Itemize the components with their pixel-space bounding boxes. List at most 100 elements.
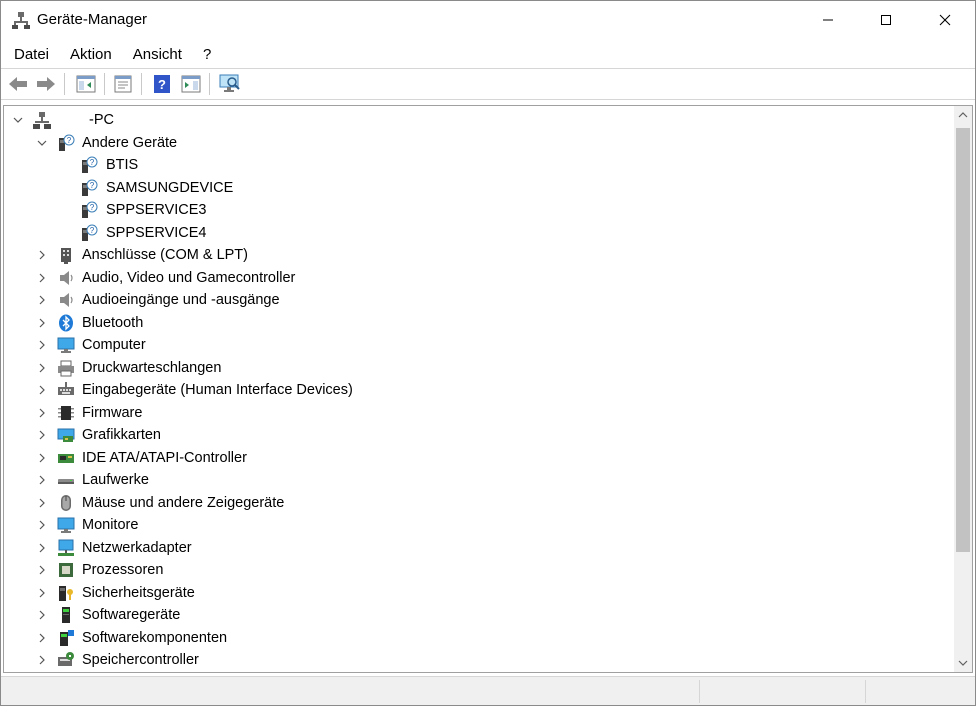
menu-help[interactable]: ? [190, 43, 211, 67]
scan-hardware-button[interactable] [219, 73, 241, 95]
tree-category[interactable]: Sicherheitsgeräte [4, 582, 950, 604]
tree-expander[interactable] [36, 249, 48, 261]
tree-expander[interactable] [36, 587, 48, 599]
help-button[interactable]: ? [151, 73, 173, 95]
scroll-down-button[interactable] [954, 654, 972, 672]
tree-item-label: Anschlüsse (COM & LPT) [82, 247, 248, 263]
tree-device[interactable]: ? SPPSERVICE3 [4, 199, 950, 221]
tree-category[interactable]: Monitore [4, 514, 950, 536]
tree-expander[interactable] [36, 384, 48, 396]
tree-category[interactable]: Prozessoren [4, 559, 950, 581]
tree-expander[interactable] [36, 564, 48, 576]
chevron-up-icon [958, 112, 968, 118]
properties-button[interactable] [112, 73, 134, 95]
tree-item-icon [57, 651, 75, 669]
tree-category[interactable]: Netzwerkadapter [4, 537, 950, 559]
tree-category[interactable]: Laufwerke [4, 469, 950, 491]
close-icon [939, 14, 951, 26]
console-tree-button[interactable] [75, 73, 97, 95]
tree-expander[interactable] [36, 519, 48, 531]
chevron-right-icon [39, 498, 45, 507]
vertical-scrollbar[interactable] [954, 106, 972, 672]
tree-expander[interactable] [36, 609, 48, 621]
scroll-up-button[interactable] [954, 106, 972, 124]
tree-expander[interactable] [36, 497, 48, 509]
tree-item-icon: ? [80, 156, 98, 174]
scrollbar-thumb[interactable] [956, 128, 970, 552]
tree-category[interactable]: Mäuse und andere Zeigegeräte [4, 492, 950, 514]
chevron-down-icon [13, 117, 23, 123]
svg-text:?: ? [158, 77, 166, 92]
menu-datei[interactable]: Datei [1, 43, 49, 67]
status-pane [699, 680, 865, 703]
tree-category[interactable]: Firmware [4, 402, 950, 424]
menu-ansicht[interactable]: Ansicht [120, 43, 182, 67]
tree-item-icon: ? [80, 224, 98, 242]
tree-expander[interactable] [36, 542, 48, 554]
tree-expander[interactable] [36, 632, 48, 644]
printer-icon [58, 360, 74, 376]
tree-device[interactable]: ? BTIS [4, 154, 950, 176]
tree-category[interactable]: Eingabegeräte (Human Interface Devices) [4, 379, 950, 401]
minimize-button[interactable] [799, 1, 857, 39]
toolbar-separator [141, 73, 142, 95]
forward-button[interactable] [35, 73, 57, 95]
tree-item-icon [33, 111, 51, 129]
action-pane-button[interactable] [180, 73, 202, 95]
device-manager-app-icon [12, 12, 30, 29]
tree-item-icon [57, 494, 75, 512]
tree-category[interactable]: Audioeingänge und -ausgänge [4, 289, 950, 311]
tree-expander[interactable] [36, 654, 48, 666]
tree-expander[interactable] [36, 137, 48, 149]
tree-expander[interactable] [36, 317, 48, 329]
tree-device[interactable]: ? SPPSERVICE4 [4, 222, 950, 244]
tree-expander[interactable] [36, 362, 48, 374]
chevron-right-icon [39, 520, 45, 530]
tree-expander[interactable] [36, 407, 48, 419]
tree-category[interactable]: Anschlüsse (COM & LPT) [4, 244, 950, 266]
tree-expander[interactable] [36, 474, 48, 486]
help-icon: ? [154, 75, 170, 93]
back-button[interactable] [7, 73, 29, 95]
chevron-right-icon [39, 295, 45, 305]
tree-category[interactable]: Grafikkarten [4, 424, 950, 446]
tree-item-label: Laufwerke [82, 472, 149, 488]
tree-item-label: Netzwerkadapter [82, 539, 192, 556]
tree-expander[interactable] [12, 114, 24, 126]
tree-item-icon [57, 584, 75, 602]
tree-category[interactable]: IDE ATA/ATAPI-Controller [4, 447, 950, 469]
toolbar-separator [209, 73, 210, 95]
tree-category[interactable]: Computer [4, 334, 950, 356]
tree-expander[interactable] [36, 272, 48, 284]
menu-aktion[interactable]: Aktion [57, 43, 112, 67]
chevron-right-icon [39, 588, 45, 597]
tree-category[interactable]: Druckwarteschlangen [4, 357, 950, 379]
tree-item-label: Sicherheitsgeräte [82, 584, 195, 601]
tree-category[interactable]: Speichercontroller [4, 649, 950, 671]
tree-item-icon [57, 539, 75, 557]
tree-item-icon: ? [80, 179, 98, 197]
tree-device[interactable]: ? SAMSUNGDEVICE [4, 177, 950, 199]
tree-expander[interactable] [36, 452, 48, 464]
disk-drive-icon [58, 479, 74, 484]
maximize-button[interactable] [857, 1, 915, 39]
toolbar-divider [1, 99, 975, 100]
tree-expander[interactable] [36, 294, 48, 306]
tree-category[interactable]: Bluetooth [4, 312, 950, 334]
properties-icon [114, 75, 132, 93]
tree-category[interactable]: Softwaregeräte [4, 604, 950, 626]
tree-expander[interactable] [36, 339, 48, 351]
tree-item-label: IDE ATA/ATAPI-Controller [82, 449, 247, 466]
network-adapter-icon [58, 539, 74, 556]
hid-icon [58, 382, 74, 395]
software-component-icon [60, 629, 74, 646]
tree-expander[interactable] [36, 429, 48, 441]
tree-category[interactable]: ? Andere Geräte [4, 132, 950, 154]
tree-category[interactable]: Audio, Video und Gamecontroller [4, 267, 950, 289]
device-tree[interactable]: -PC? Andere Geräte? BTIS? SAMSUNGDEVICE? SPP… [3, 105, 973, 673]
title-bar[interactable]: Geräte-Manager [1, 1, 975, 39]
tree-category[interactable]: Softwarekomponenten [4, 627, 950, 649]
tree-root-pc[interactable]: -PC [4, 109, 950, 131]
close-button[interactable] [916, 1, 974, 39]
unknown-device-icon: ? [82, 201, 98, 218]
